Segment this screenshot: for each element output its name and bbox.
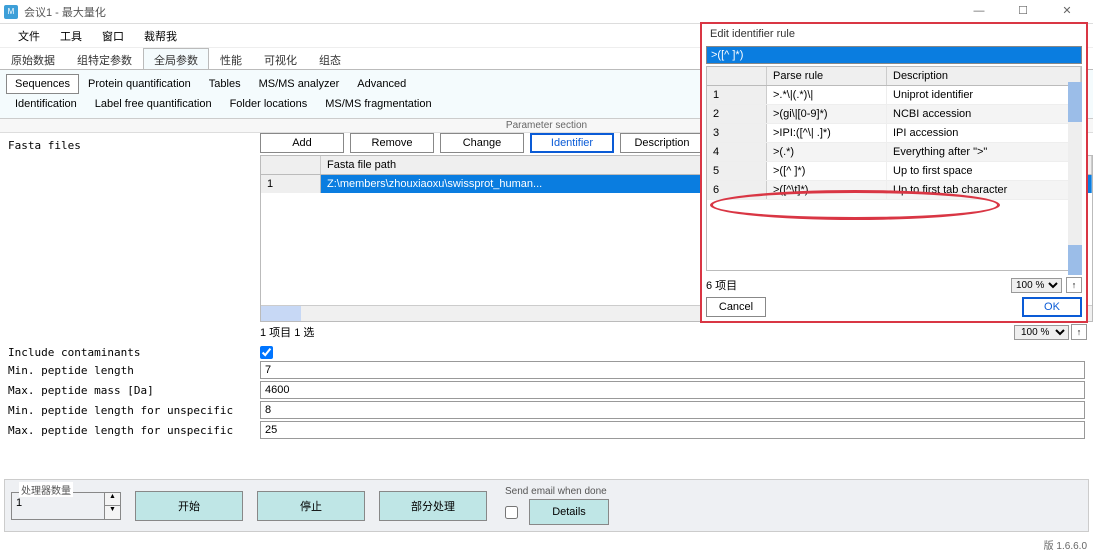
col-index[interactable] xyxy=(261,156,321,174)
dialog-row[interactable]: 4>(.*)Everything after ">" xyxy=(707,143,1081,162)
dialog-row[interactable]: 1>.*\|(.*)\|Uniprot identifier xyxy=(707,86,1081,105)
tab-raw-data[interactable]: 原始数据 xyxy=(0,48,66,69)
dlg-cell-desc: Up to first tab character xyxy=(887,181,1081,199)
window-title: 会议1 - 最大量化 xyxy=(24,4,957,20)
dlg-cell-parse: >([^\t]*) xyxy=(767,181,887,199)
dialog-zoom-up[interactable]: ↑ xyxy=(1066,277,1082,293)
menu-tools[interactable]: 工具 xyxy=(52,26,90,46)
dlg-cell-desc: Everything after ">" xyxy=(887,143,1081,161)
remove-button[interactable]: Remove xyxy=(350,133,434,153)
subtab-tables[interactable]: Tables xyxy=(200,74,250,94)
partial-button[interactable]: 部分处理 xyxy=(379,491,487,521)
processors-up[interactable]: ▲ xyxy=(104,493,120,507)
max-peptide-mass-input[interactable] xyxy=(260,381,1085,399)
dialog-vscroll[interactable] xyxy=(1068,82,1082,275)
dlg-cell-desc: Up to first space xyxy=(887,162,1081,180)
min-peptide-length-label: Min. peptide length xyxy=(8,364,260,377)
dialog-row[interactable]: 2>(gi\|[0-9]*)NCBI accession xyxy=(707,105,1081,124)
add-button[interactable]: Add xyxy=(260,133,344,153)
version-label: 版 1.6.6.0 xyxy=(1044,537,1087,552)
maximize-button[interactable]: ☐ xyxy=(1001,0,1045,24)
dlg-cell-index: 5 xyxy=(707,162,767,180)
include-contaminants-label: Include contaminants xyxy=(8,346,260,359)
dlg-cell-index: 2 xyxy=(707,105,767,123)
processors-down[interactable]: ▼ xyxy=(104,506,120,519)
description-button[interactable]: Description xyxy=(620,133,704,153)
fasta-files-label: Fasta files xyxy=(0,133,260,344)
dlg-cell-index: 3 xyxy=(707,124,767,142)
processors-label: 处理器数量 xyxy=(19,482,73,497)
min-peptide-unspecific-input[interactable] xyxy=(260,401,1085,419)
subtab-lfq[interactable]: Label free quantification xyxy=(86,94,221,114)
tab-global-params[interactable]: 全局参数 xyxy=(143,48,209,69)
subtab-sequences[interactable]: Sequences xyxy=(6,74,79,94)
app-icon: M xyxy=(4,5,18,19)
max-peptide-unspecific-input[interactable] xyxy=(260,421,1085,439)
tab-configuration[interactable]: 组态 xyxy=(308,48,352,69)
ok-button[interactable]: OK xyxy=(1022,297,1082,317)
min-peptide-unspecific-label: Min. peptide length for unspecific xyxy=(8,404,260,417)
dlg-cell-desc: IPI accession xyxy=(887,124,1081,142)
close-button[interactable]: ✕ xyxy=(1045,0,1089,24)
dialog-row[interactable]: 6>([^\t]*)Up to first tab character xyxy=(707,181,1081,200)
dlg-cell-index: 4 xyxy=(707,143,767,161)
dialog-zoom[interactable]: 100 % xyxy=(1011,278,1062,293)
dlg-cell-parse: >([^ ]*) xyxy=(767,162,887,180)
send-email-label: Send email when done xyxy=(505,486,609,497)
details-button[interactable]: Details xyxy=(529,499,609,525)
start-button[interactable]: 开始 xyxy=(135,491,243,521)
dialog-row[interactable]: 5>([^ ]*)Up to first space xyxy=(707,162,1081,181)
dlg-cell-parse: >(.*) xyxy=(767,143,887,161)
dlg-cell-desc: NCBI accession xyxy=(887,105,1081,123)
tab-visualization[interactable]: 可视化 xyxy=(253,48,308,69)
dialog-row[interactable]: 3>IPI:([^\| .]*)IPI accession xyxy=(707,124,1081,143)
dlg-col-index[interactable] xyxy=(707,67,767,85)
cancel-button[interactable]: Cancel xyxy=(706,297,766,317)
menu-file[interactable]: 文件 xyxy=(10,26,48,46)
dialog-item-count: 6 项目 xyxy=(706,277,1007,293)
titlebar: M 会议1 - 最大量化 — ☐ ✕ xyxy=(0,0,1093,24)
grid-status: 1 项目 1 选 xyxy=(260,322,1093,344)
menu-help[interactable]: 裁帮我 xyxy=(136,26,185,46)
dlg-cell-index: 1 xyxy=(707,86,767,104)
dlg-cell-parse: >IPI:([^\| .]*) xyxy=(767,124,887,142)
edit-identifier-dialog: Edit identifier rule >([^ ]*) Parse rule… xyxy=(700,22,1088,323)
dialog-rule-input[interactable]: >([^ ]*) xyxy=(706,46,1082,64)
include-contaminants-checkbox[interactable] xyxy=(260,346,273,359)
menu-window[interactable]: 窗口 xyxy=(94,26,132,46)
dlg-cell-desc: Uniprot identifier xyxy=(887,86,1081,104)
dlg-col-parse[interactable]: Parse rule xyxy=(767,67,887,85)
tab-group-params[interactable]: 组特定参数 xyxy=(66,48,143,69)
change-button[interactable]: Change xyxy=(440,133,524,153)
subtab-folder-locations[interactable]: Folder locations xyxy=(221,94,317,114)
minimize-button[interactable]: — xyxy=(957,0,1001,24)
subtab-msms-analyzer[interactable]: MS/MS analyzer xyxy=(250,74,349,94)
subtab-protein-quant[interactable]: Protein quantification xyxy=(79,74,200,94)
send-email-checkbox[interactable] xyxy=(505,506,518,519)
dlg-cell-parse: >.*\|(.*)\| xyxy=(767,86,887,104)
dialog-grid: Parse rule Description 1>.*\|(.*)\|Unipr… xyxy=(706,66,1082,271)
dlg-col-desc[interactable]: Description xyxy=(887,67,1081,85)
subtab-advanced[interactable]: Advanced xyxy=(348,74,415,94)
dlg-cell-index: 6 xyxy=(707,181,767,199)
min-peptide-length-input[interactable] xyxy=(260,361,1085,379)
dlg-cell-parse: >(gi\|[0-9]*) xyxy=(767,105,887,123)
max-peptide-mass-label: Max. peptide mass [Da] xyxy=(8,384,260,397)
subtab-identification[interactable]: Identification xyxy=(6,94,86,114)
stop-button[interactable]: 停止 xyxy=(257,491,365,521)
max-peptide-unspecific-label: Max. peptide length for unspecific xyxy=(8,424,260,437)
cell-index: 1 xyxy=(261,175,321,193)
grid-zoom[interactable]: 100 % xyxy=(1014,325,1069,340)
bottom-bar: 处理器数量 1 ▲▼ 开始 停止 部分处理 Send email when do… xyxy=(4,479,1089,532)
subtab-msms-fragmentation[interactable]: MS/MS fragmentation xyxy=(316,94,440,114)
identifier-button[interactable]: Identifier xyxy=(530,133,614,153)
tab-performance[interactable]: 性能 xyxy=(209,48,253,69)
grid-zoom-up[interactable]: ↑ xyxy=(1071,324,1087,340)
dialog-title: Edit identifier rule xyxy=(702,24,1086,44)
